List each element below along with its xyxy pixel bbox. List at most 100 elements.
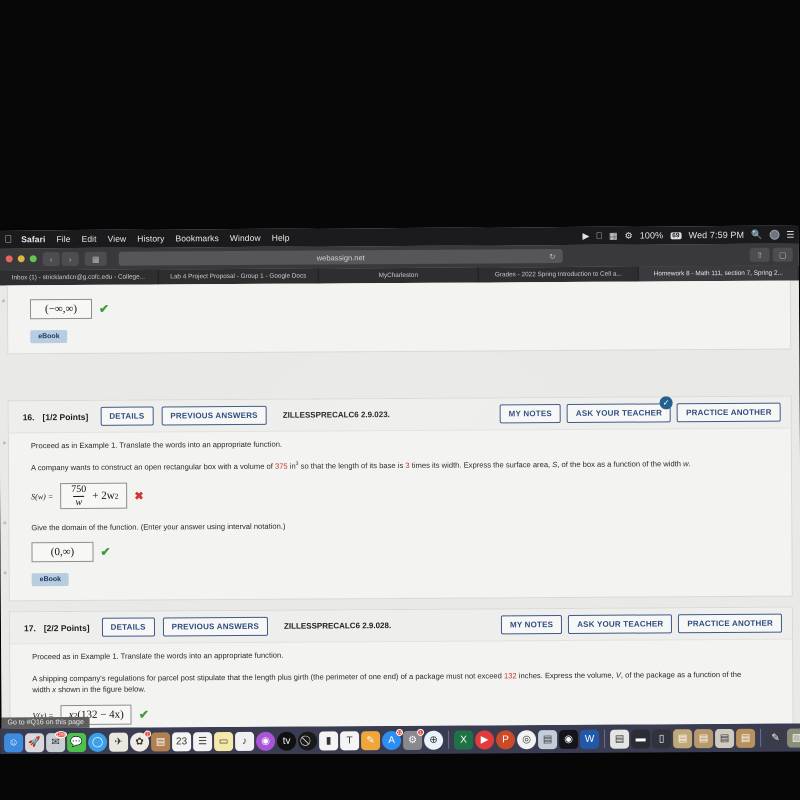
music-icon[interactable]: ♪ xyxy=(235,731,255,751)
surface-area-answer-input[interactable]: 750 w + 2w 2 xyxy=(60,482,128,510)
messages-icon[interactable]: 💬 xyxy=(67,732,87,752)
minimize-icon[interactable] xyxy=(17,255,25,263)
safari-icon[interactable]: ⊕ xyxy=(424,730,444,750)
question-card-17: 17. [2/2 Points] DETAILS PREVIOUS ANSWER… xyxy=(8,606,794,729)
facetime-icon[interactable]: ◯ xyxy=(88,732,108,752)
block-icon[interactable]: ⃠ xyxy=(298,731,318,751)
ask-your-teacher-button-17[interactable]: ASK YOUR TEACHER xyxy=(568,614,673,634)
forward-chevron-right-icon[interactable]: › xyxy=(61,251,79,267)
my-notes-button-16[interactable]: MY NOTES xyxy=(499,404,561,424)
photos-icon[interactable]: ✿ 1 xyxy=(130,730,152,752)
podcasts-icon[interactable]: ◉ xyxy=(256,731,276,751)
ebook-button-16[interactable]: eBook xyxy=(31,573,70,587)
ebook-button[interactable]: eBook xyxy=(30,330,68,344)
incorrect-x-icon: ✖ xyxy=(134,490,144,503)
question-17-answer-row: V(x) = x 2 (132 − 4x) ✔ xyxy=(32,701,778,726)
menu-item-view[interactable]: View xyxy=(108,234,127,244)
menu-item-history[interactable]: History xyxy=(137,233,164,243)
account-avatar-icon[interactable] xyxy=(769,229,780,240)
browser-tab-lab4[interactable]: Lab 4 Project Proposal - Group 1 - Googl… xyxy=(158,268,319,285)
notes-icon[interactable]: ▭ xyxy=(214,731,234,751)
ask-your-teacher-button-16[interactable]: ASK YOUR TEACHER xyxy=(566,403,672,423)
finder-icon[interactable]: ☺ xyxy=(4,732,24,752)
function-label-S: S(w) = xyxy=(31,491,54,501)
search-icon[interactable]: 🔍 xyxy=(751,229,762,239)
play-icon[interactable]: ▶ xyxy=(582,230,589,240)
close-icon[interactable] xyxy=(5,255,13,263)
details-button-17[interactable]: DETAILS xyxy=(101,617,155,637)
tabs-icon[interactable]: ▢ xyxy=(772,247,793,262)
my-notes-button-17[interactable]: MY NOTES xyxy=(500,615,563,635)
reminders-icon[interactable]: ☰ xyxy=(193,731,213,751)
question-16-answer-row: S(w) = 750 w + 2w 2 ✖ xyxy=(31,479,777,510)
toolbar-right-buttons: ⇧ ▢ xyxy=(749,247,793,262)
pages-icon[interactable]: ✎ xyxy=(361,730,381,750)
practice-another-button-16[interactable]: PRACTICE ANOTHER xyxy=(677,402,781,423)
cofc-icon[interactable]: ◉ xyxy=(559,729,579,749)
appletv-icon[interactable]: tv xyxy=(277,731,297,751)
share-icon[interactable]: ⇧ xyxy=(749,247,770,262)
document-icon[interactable]: ▤ xyxy=(610,729,630,749)
menu-item-window[interactable]: Window xyxy=(230,233,261,243)
folder-window-icon[interactable]: ▬ xyxy=(631,728,651,749)
list-icon[interactable]: ☰ xyxy=(786,229,794,239)
menu-item-help[interactable]: Help xyxy=(272,233,290,243)
previous-answer-row: (−∞,∞) ✔ xyxy=(29,295,776,320)
mail-icon[interactable]: ✉ 1299 xyxy=(46,730,68,752)
previous-answers-button-16[interactable]: PREVIOUS ANSWERS xyxy=(161,405,267,426)
previous-answer-input[interactable]: (−∞,∞) xyxy=(29,298,93,320)
correct-checkmark-icon: ✔ xyxy=(138,707,149,722)
folder-icon[interactable]: ▤ xyxy=(736,728,756,748)
menu-item-safari[interactable]: Safari xyxy=(21,234,45,244)
question-17-points: [2/2 Points] xyxy=(43,622,90,633)
browser-tab-homework8[interactable]: Homework 8 - Math 111, section 7, Spring… xyxy=(638,265,799,282)
numbers-icon[interactable]: ▮ xyxy=(319,730,339,750)
keynote-icon[interactable]: T xyxy=(340,730,360,750)
browser-tab-inbox[interactable]: Inbox (1) - stricklandcn@g.cofc.edu - Co… xyxy=(0,269,159,286)
chrome-icon[interactable]: ◎ xyxy=(517,729,537,749)
control-center-icon[interactable]: ⚙ xyxy=(625,230,633,240)
launchpad-icon[interactable]: 🚀 xyxy=(25,732,45,752)
apple-logo-icon[interactable]:  xyxy=(5,234,13,245)
settings-icon[interactable]: ⚙ 1 xyxy=(403,728,425,750)
document3-icon[interactable]: ▤ xyxy=(715,728,735,748)
photo-dark-border-top xyxy=(0,0,800,228)
stack-icon[interactable]: ▧ xyxy=(787,728,800,748)
address-bar[interactable]: webassign.net ↻ xyxy=(118,249,563,266)
calendar-icon[interactable]: 23 xyxy=(172,731,192,751)
appstore-icon[interactable]: A 12 xyxy=(382,728,404,750)
menu-item-edit[interactable]: Edit xyxy=(82,234,97,244)
browser-tab-mycharleston[interactable]: MyCharleston xyxy=(318,267,479,284)
question-16-body: Proceed as in Example 1. Translate the w… xyxy=(9,429,792,601)
back-chevron-left-icon[interactable]: ‹ xyxy=(42,252,60,267)
question-16-number: 16. xyxy=(22,411,35,422)
practice-another-button-17[interactable]: PRACTICE ANOTHER xyxy=(678,613,783,634)
question-16-lead: Proceed as in Example 1. Translate the w… xyxy=(30,439,283,451)
prompt17-text-2: inches. Express the volume, xyxy=(516,670,616,681)
videoplayer-icon[interactable]: ▶ xyxy=(475,729,495,750)
maximize-icon[interactable] xyxy=(29,255,37,263)
clock-label[interactable]: Wed 7:59 PM xyxy=(689,229,745,239)
browser-tab-grades[interactable]: Grades - 2022 Spring Introduction to Cel… xyxy=(478,266,639,283)
prompt-text-2: in xyxy=(287,461,296,471)
file-icon[interactable]: ▯ xyxy=(652,728,672,748)
excel-icon[interactable]: X xyxy=(454,730,474,750)
page-scroll-container[interactable]: (−∞,∞) ✔ eBook 16. [1/2 Points] DETAILS … xyxy=(1,280,794,729)
domain-answer-input[interactable]: (0,∞) xyxy=(31,541,94,563)
menu-item-file[interactable]: File xyxy=(56,234,70,244)
keyboard-flag-icon[interactable]: ▦ xyxy=(609,230,618,240)
sidebar-icon[interactable]: ▦ xyxy=(84,251,107,266)
menu-item-bookmarks[interactable]: Bookmarks xyxy=(175,233,218,243)
previous-answers-button-17[interactable]: PREVIOUS ANSWERS xyxy=(162,616,269,637)
downloads-icon[interactable]: ▤ xyxy=(673,728,693,748)
details-button-16[interactable]: DETAILS xyxy=(100,406,154,426)
powerpoint-icon[interactable]: P xyxy=(496,729,516,749)
pencil-icon[interactable]: ✎ xyxy=(766,728,786,748)
contacts-icon[interactable]: ▤ xyxy=(151,731,171,752)
preview-icon[interactable]: ▤ xyxy=(538,729,558,749)
maps-icon[interactable]: ✈ xyxy=(109,732,129,752)
document2-icon[interactable]: ▤ xyxy=(694,728,714,748)
reload-icon[interactable]: ↻ xyxy=(549,252,555,261)
word-icon[interactable]: W xyxy=(580,729,600,749)
airplay-icon[interactable]: ⎕ xyxy=(596,230,602,240)
